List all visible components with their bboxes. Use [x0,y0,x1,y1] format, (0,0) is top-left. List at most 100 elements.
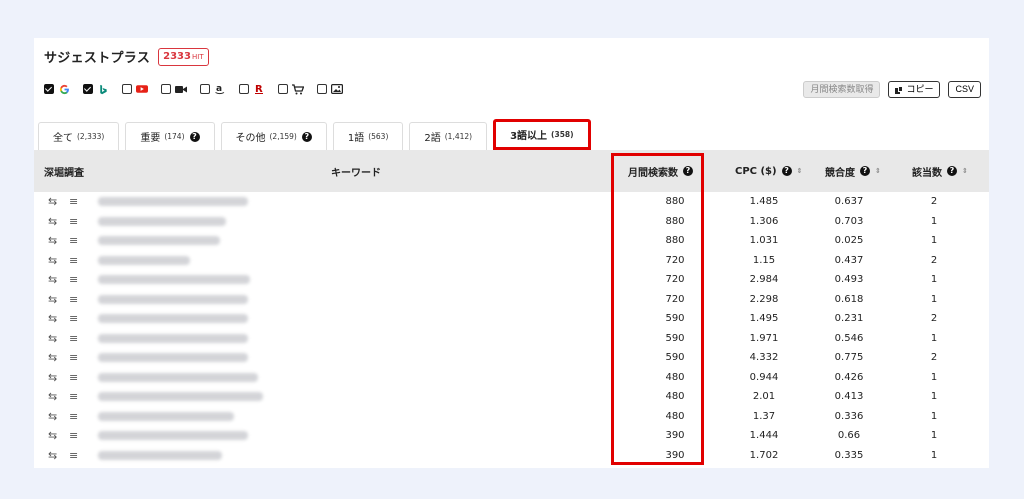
list-icon[interactable]: ≡ [69,329,78,349]
matches-cell: 1 [930,430,938,442]
engine-shopping-checkbox[interactable] [278,84,288,94]
sort-icon[interactable]: ⇕ [875,167,881,175]
help-icon[interactable]: ? [301,131,312,142]
table-row: ⇆ ≡ 880 1.485 0.637 2 [34,192,989,212]
keyword-cell[interactable] [98,426,248,446]
engine-rakuten-checkbox[interactable] [239,84,249,94]
retweet-icon[interactable]: ⇆ [48,251,57,271]
sort-icon[interactable]: ⇕ [962,167,968,175]
fetch-volume-button[interactable]: 月間検索数取得 [803,81,881,98]
engine-google[interactable] [44,83,70,95]
list-icon[interactable]: ≡ [69,192,78,212]
list-icon[interactable]: ≡ [69,407,78,427]
list-icon[interactable]: ≡ [69,348,78,368]
column-cpc[interactable]: CPC ($)? ⇕ [735,150,802,192]
engine-google-checkbox[interactable] [44,84,54,94]
keyword-cell[interactable] [98,309,248,329]
table-row: ⇆ ≡ 480 1.37 0.336 1 [34,407,989,427]
copy-button[interactable]: コピー [888,81,941,98]
help-icon[interactable]: ? [860,166,870,176]
tab-all[interactable]: 全て (2,333) [38,122,120,150]
cpc-cell: 4.332 [749,352,779,364]
keyword-cell[interactable] [98,251,190,271]
retweet-icon[interactable]: ⇆ [48,212,57,232]
retweet-icon[interactable]: ⇆ [48,231,57,251]
column-competition[interactable]: 競合度? ⇕ [825,150,881,192]
keyword-cell[interactable] [98,329,248,349]
engine-rakuten[interactable]: R [239,83,265,95]
engine-youtube-checkbox[interactable] [122,84,132,94]
retweet-icon[interactable]: ⇆ [48,309,57,329]
help-icon[interactable]: ? [683,166,693,176]
engine-bing-checkbox[interactable] [83,84,93,94]
matches-cell: 1 [930,449,938,461]
column-matches[interactable]: 該当数? ⇕ [912,150,968,192]
cpc-cell: 1.702 [749,449,779,461]
retweet-icon[interactable]: ⇆ [48,348,57,368]
matches-cell: 1 [930,371,938,383]
engine-shopping[interactable] [278,83,304,95]
table-row: ⇆ ≡ 720 1.15 0.437 2 [34,251,989,271]
keyword-cell[interactable] [98,212,226,232]
keyword-cell[interactable] [98,387,263,407]
engine-youtube[interactable] [122,83,148,95]
image-icon [331,83,343,95]
retweet-icon[interactable]: ⇆ [48,290,57,310]
competition-cell: 0.413 [834,391,864,403]
retweet-icon[interactable]: ⇆ [48,192,57,212]
tab-bar: 全て (2,333) 重要 (174)? その他 (2,159)? 1語 (563) 2… [38,119,597,150]
keyword-cell[interactable] [98,368,258,388]
engine-image-checkbox[interactable] [317,84,327,94]
list-icon[interactable]: ≡ [69,426,78,446]
column-matches-label: 該当数 [912,167,942,179]
list-icon[interactable]: ≡ [69,212,78,232]
help-icon[interactable]: ? [781,166,792,176]
tab-count: (2,333) [77,132,105,141]
engine-video[interactable] [161,83,187,95]
retweet-icon[interactable]: ⇆ [48,270,57,290]
csv-button[interactable]: CSV [948,81,981,98]
youtube-icon [136,83,148,95]
video-camera-icon [175,83,187,95]
keyword-cell[interactable] [98,407,234,427]
keyword-cell[interactable] [98,231,220,251]
engine-amazon[interactable]: a [200,83,226,95]
list-icon[interactable]: ≡ [69,231,78,251]
retweet-icon[interactable]: ⇆ [48,426,57,446]
list-icon[interactable]: ≡ [69,446,78,466]
list-icon[interactable]: ≡ [69,251,78,271]
list-icon[interactable]: ≡ [69,290,78,310]
keyword-cell[interactable] [98,290,248,310]
column-monthly-volume[interactable]: 月間検索数? [628,150,693,192]
retweet-icon[interactable]: ⇆ [48,387,57,407]
keyword-cell[interactable] [98,446,222,466]
engine-bing[interactable] [83,83,109,95]
help-icon[interactable]: ? [947,166,957,176]
retweet-icon[interactable]: ⇆ [48,329,57,349]
blurred-keyword [98,450,222,460]
competition-cell: 0.637 [834,196,864,208]
help-icon[interactable]: ? [189,131,200,142]
tab-one-word[interactable]: 1語 (563) [332,122,404,150]
tab-two-words[interactable]: 2語 (1,412) [409,122,488,150]
competition-cell: 0.703 [834,215,864,227]
list-icon[interactable]: ≡ [69,270,78,290]
keyword-cell[interactable] [98,348,248,368]
engine-image[interactable] [317,83,343,95]
tab-three-plus-words[interactable]: 3語以上 (358) [493,119,591,150]
sort-icon[interactable]: ⇕ [797,167,803,175]
retweet-icon[interactable]: ⇆ [48,446,57,466]
retweet-icon[interactable]: ⇆ [48,368,57,388]
list-icon[interactable]: ≡ [69,387,78,407]
retweet-icon[interactable]: ⇆ [48,407,57,427]
list-icon[interactable]: ≡ [69,368,78,388]
tab-other[interactable]: その他 (2,159)? [220,122,327,150]
volume-cell: 480 [665,410,685,422]
tab-important[interactable]: 重要 (174)? [125,122,215,150]
engine-video-checkbox[interactable] [161,84,171,94]
table-row: ⇆ ≡ 390 1.444 0.66 1 [34,426,989,446]
keyword-cell[interactable] [98,192,248,212]
list-icon[interactable]: ≡ [69,309,78,329]
keyword-cell[interactable] [98,270,250,290]
engine-amazon-checkbox[interactable] [200,84,210,94]
